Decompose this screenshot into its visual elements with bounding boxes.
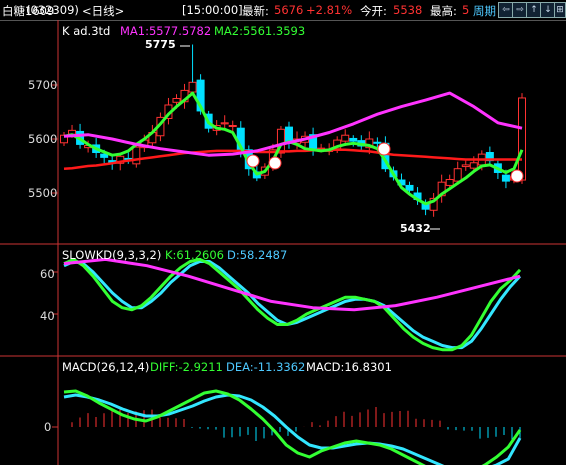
y-tick-5600: 5600: [28, 132, 58, 146]
kd-tick-60: 60: [40, 267, 55, 281]
macd-diff: DIFF:-2.9211: [150, 360, 223, 374]
kline-chart[interactable]: [0, 0, 566, 465]
ma1-line-green: [63, 91, 524, 206]
slowkd-k-magenta: [63, 257, 521, 312]
candle-body: [100, 153, 109, 158]
ma2-label: MA2:5561.3593: [214, 24, 306, 38]
kd-tick-40: 40: [40, 309, 55, 323]
macd-title: MACD(26,12,4): [62, 360, 150, 374]
candle-body: [228, 125, 237, 127]
candle-body: [188, 81, 197, 93]
y-tick-5700: 5700: [28, 78, 58, 92]
candle-body: [445, 179, 454, 186]
candle-body: [373, 141, 382, 144]
smiley-icon: [377, 142, 391, 156]
high-mark-label: 5775: [145, 38, 176, 51]
candle-body: [172, 98, 181, 103]
macd-tick-0: 0: [44, 420, 52, 434]
slowkd-title: SLOWKD(9,3,3,2): [62, 248, 162, 262]
y-tick-5500: 5500: [28, 186, 58, 200]
smiley-icon: [510, 169, 524, 183]
macd-diff-line: [63, 389, 522, 465]
candle-body: [349, 137, 358, 142]
candle-body: [501, 174, 510, 182]
candle-body: [453, 168, 462, 182]
smiley-icon: [268, 156, 282, 170]
candle-body: [469, 162, 478, 169]
candle-body: [220, 122, 229, 125]
kline-title: K ad.3td: [62, 24, 111, 38]
candle-body: [132, 146, 141, 165]
slowkd-k: K:61.2606: [165, 248, 224, 262]
candle-body: [405, 184, 414, 191]
candle-body: [461, 164, 470, 168]
candle-body: [341, 134, 350, 142]
macd-value: MACD:16.8301: [306, 360, 392, 374]
slowkd-d: D:58.2487: [227, 248, 288, 262]
candle-body: [518, 97, 526, 181]
macd-dea: DEA:-11.3362: [226, 360, 306, 374]
low-mark-label: 5432: [400, 222, 431, 235]
ma1-label: MA1:5577.5782: [120, 24, 212, 38]
macd-dea-line: [63, 393, 522, 465]
smiley-icon: [246, 154, 260, 168]
